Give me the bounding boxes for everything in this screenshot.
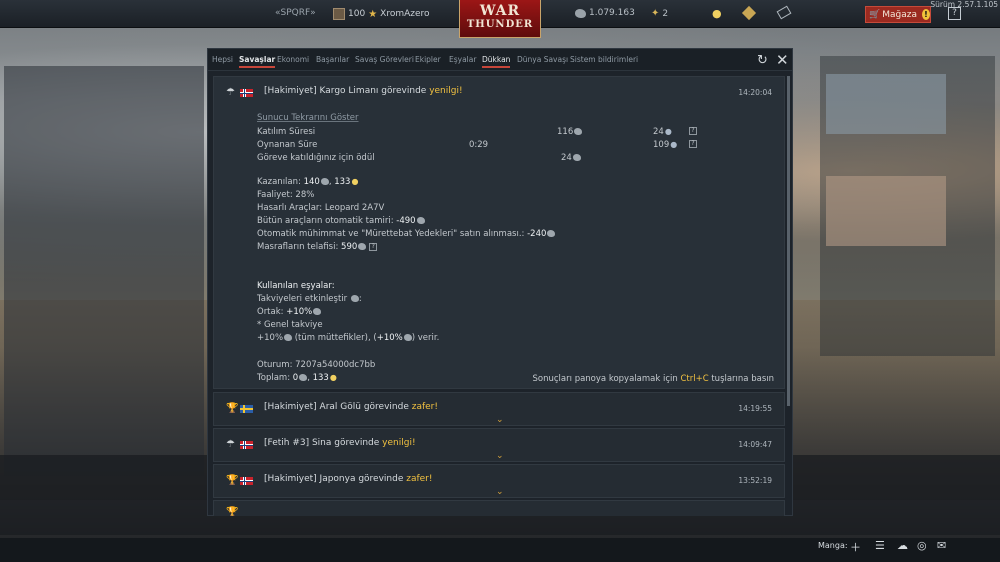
norway-flag-icon [240, 477, 253, 485]
list-icon[interactable]: ☰ [875, 539, 885, 552]
notifications-dialog: Hepsi Savaşlar Ekonomi Başarılar Savaş G… [207, 48, 793, 516]
battle-result-item[interactable]: 🏆 [Hakimiyet] Aral Gölü görevinde zafer!… [213, 392, 785, 426]
earned-line: Kazanılan: 140, 133● [257, 177, 359, 187]
trophy-victory-icon: 🏆 [226, 475, 239, 486]
message-time: 14:09:47 [738, 440, 772, 449]
replay-link[interactable]: Sunucu Tekrarını Göster [257, 113, 359, 123]
damaged-vehicles-line: Hasarlı Araçlar: Leopard 2A7V [257, 203, 385, 213]
tab-achievements[interactable]: Başarılar [316, 55, 349, 64]
norway-flag-icon [240, 441, 253, 449]
golden-eagles-balance[interactable]: ✦ 2 [651, 8, 668, 19]
background-event-panel [820, 56, 995, 356]
silver-balance[interactable]: 1.079.163 [575, 8, 635, 18]
general-boost-line: * Genel takviye [257, 320, 323, 330]
warning-icon: ! [921, 9, 930, 20]
shop-button[interactable]: 🛒 Mağaza ! [865, 6, 931, 23]
silver-lions-icon [572, 154, 581, 161]
tab-system[interactable]: Sistem bildirimleri [570, 55, 638, 64]
message-title: [Hakimiyet] Japonya görevinde zafer! [264, 474, 433, 484]
tab-economy[interactable]: Ekonomi [277, 55, 309, 64]
copy-hint: Sonuçları panoya kopyalamak için Ctrl+C … [532, 374, 774, 384]
squad-label: Manga: [818, 541, 848, 550]
tab-world-war[interactable]: Dünya Savaşı [517, 55, 568, 64]
mail-icon[interactable]: ✉ [937, 539, 946, 552]
battle-result-item[interactable]: 🏆 [213, 500, 785, 516]
silver-lions-icon [574, 128, 583, 135]
contacts-icon[interactable]: ☁ [897, 539, 908, 552]
tab-bar: Hepsi Savaşlar Ekonomi Başarılar Savaş G… [208, 49, 792, 71]
battle-result-item[interactable]: ☂ [Fetih #3] Sina görevinde yenilgi! 14:… [213, 428, 785, 462]
avatar[interactable] [333, 8, 345, 20]
username[interactable]: XromAzero [380, 9, 429, 19]
refresh-icon[interactable]: ↻ [757, 53, 768, 68]
chat-icon[interactable]: ◎ [917, 539, 927, 552]
message-time: 14:19:55 [738, 404, 772, 413]
tab-store[interactable]: Dükkan [482, 55, 511, 68]
info-icon[interactable]: ? [689, 140, 697, 148]
background-thumbnail [826, 74, 946, 134]
add-squad-icon[interactable]: ＋ [850, 539, 861, 555]
golden-eagle-icon: ✦ [651, 8, 660, 19]
tab-battles[interactable]: Savaşlar [239, 55, 276, 68]
squad-tag[interactable]: «SPQRF» [275, 8, 316, 18]
profile[interactable]: 100 ★ XromAzero [333, 8, 430, 20]
research-bulb-icon: ● [664, 127, 672, 136]
norway-flag-icon [240, 89, 253, 97]
cart-icon: 🛒 [869, 9, 881, 20]
compensation-line: Masrafların telafisi: 590? [257, 242, 378, 252]
coupon-ticket-icon[interactable] [776, 5, 792, 20]
trophy-victory-icon: 🏆 [226, 403, 239, 414]
game-logo[interactable]: WAR THUNDER [459, 0, 541, 38]
tab-items[interactable]: Eşyalar [449, 55, 476, 64]
top-bar: «SPQRF» 100 ★ XromAzero WAR THUNDER 1.07… [0, 0, 1000, 38]
common-boost-line: Ortak: +10% [257, 307, 322, 317]
sweden-flag-icon [240, 405, 253, 413]
message-time: 14:20:04 [738, 88, 772, 97]
player-level: 100 [348, 9, 366, 19]
scrollbar[interactable] [787, 76, 790, 406]
parachute-defeat-icon: ☂ [226, 439, 235, 450]
trophy-victory-icon: 🏆 [226, 507, 239, 516]
general-boost-detail: +10% (tüm müttefikler), (+10%) verir. [257, 333, 440, 343]
message-title: [Hakimiyet] Aral Gölü görevinde zafer! [264, 402, 438, 412]
chevron-down-icon[interactable]: ⌄ [496, 451, 504, 461]
chevron-down-icon[interactable]: ⌄ [496, 415, 504, 425]
message-title: [Hakimiyet] Kargo Limanı görevinde yenil… [264, 86, 463, 96]
background-thumbnail [826, 176, 946, 246]
version-label: Sürüm 2.57.1.105 [930, 0, 998, 9]
battle-result-item[interactable]: 🏆 [Hakimiyet] Japonya görevinde zafer! 1… [213, 464, 785, 498]
message-title: [Fetih #3] Sina görevinde yenilgi! [264, 438, 416, 448]
message-list: ☂ [Hakimiyet] Kargo Limanı görevinde yen… [213, 76, 785, 516]
ammo-line: Otomatik mühimmat ve "Mürettebat Yedekle… [257, 229, 556, 239]
premium-diamond-icon[interactable] [741, 5, 757, 21]
tab-all[interactable]: Hepsi [212, 55, 233, 64]
info-icon[interactable]: ? [689, 127, 697, 135]
chevron-down-icon[interactable]: ⌄ [496, 487, 504, 497]
activity-line: Faaliyet: 28% [257, 190, 315, 200]
close-icon[interactable]: ✕ [776, 51, 789, 69]
tab-battle-tasks[interactable]: Savaş Görevleri [355, 55, 414, 64]
info-icon[interactable]: ? [369, 242, 378, 251]
boost-line: Takviyeleri etkinleştir : [257, 294, 362, 304]
silver-lions-icon [575, 8, 586, 18]
research-bulb-icon[interactable]: ● [712, 7, 722, 20]
session-id: Oturum: 7207a54000dc7bb [257, 360, 376, 370]
tab-crews[interactable]: Ekipler [415, 55, 441, 64]
background-vehicle-panel [4, 66, 204, 476]
repair-line: Bütün araçların otomatik tamiri: -490 [257, 216, 425, 226]
message-time: 13:52:19 [738, 476, 772, 485]
parachute-defeat-icon: ☂ [226, 87, 235, 98]
star-icon: ★ [368, 8, 378, 20]
items-title: Kullanılan eşyalar: [257, 281, 335, 291]
research-bulb-icon: ● [670, 140, 678, 149]
battle-result-expanded[interactable]: ☂ [Hakimiyet] Kargo Limanı görevinde yen… [213, 76, 785, 389]
total-line: Toplam: 0, 133● [257, 373, 337, 383]
